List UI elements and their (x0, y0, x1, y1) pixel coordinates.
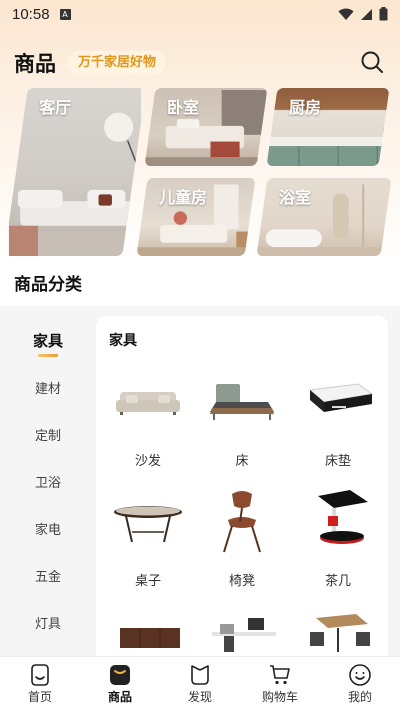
product-chair[interactable]: 椅凳 (196, 486, 288, 596)
product-panel: 家具 沙发 床 床垫 桌子 椅凳 茶几 (96, 316, 388, 661)
bed-image (210, 384, 274, 420)
tab-goods[interactable]: 商品 (80, 657, 160, 710)
room-card-bathroom[interactable]: 浴室 (256, 178, 392, 256)
side-item-hardware[interactable]: 五金 (0, 566, 96, 585)
product-mattress[interactable]: 床垫 (292, 366, 384, 476)
tab-label: 首页 (27, 690, 52, 704)
side-table-image (318, 490, 368, 544)
wifi-icon (338, 8, 354, 20)
side-item-building[interactable]: 建材 (0, 378, 96, 397)
bedroom-illustration (144, 90, 268, 166)
room-label-bathroom: 浴室 (278, 188, 311, 207)
tab-label: 商品 (107, 690, 132, 704)
status-icons (338, 7, 388, 21)
signal-icon (361, 8, 372, 20)
status-bar: 10:58 A (0, 0, 400, 28)
sofa-image (116, 392, 180, 415)
goods-icon (110, 665, 130, 685)
discover-icon (191, 665, 209, 685)
room-label-kids: 儿童房 (158, 188, 207, 207)
product-dining-set[interactable] (292, 606, 384, 661)
tab-home[interactable]: 首页 (0, 657, 80, 710)
tab-cart[interactable]: 购物车 (240, 657, 320, 710)
side-item-lighting[interactable]: 灯具 (0, 613, 96, 632)
product-sideboard[interactable] (102, 606, 194, 661)
product-table[interactable]: 桌子 (102, 486, 194, 596)
tab-label: 购物车 (261, 690, 298, 704)
sim-icon: A (59, 8, 71, 20)
dining-set-image (310, 614, 370, 652)
kitchen-photo (266, 88, 390, 166)
living-room-photo (8, 88, 146, 256)
room-grid: 客厅 卧室 厨房 儿童房 浴室 (0, 86, 400, 258)
product-bed[interactable]: 床 (196, 366, 288, 476)
bathroom-illustration (256, 184, 392, 256)
side-item-custom[interactable]: 定制 (0, 425, 96, 444)
tab-label: 我的 (347, 690, 372, 704)
room-card-kids[interactable]: 儿童房 (136, 178, 256, 256)
active-indicator (38, 354, 58, 357)
desk-image (212, 618, 276, 652)
product-name: 桌子 (134, 574, 161, 589)
tab-discover[interactable]: 发现 (160, 657, 240, 710)
product-name: 床垫 (324, 454, 351, 469)
category-section-header: 商品分类 (0, 258, 400, 306)
tab-label: 发现 (187, 690, 212, 704)
side-item-appliance[interactable]: 家电 (0, 519, 96, 538)
product-desk[interactable] (196, 606, 288, 661)
product-side-table[interactable]: 茶几 (292, 486, 384, 596)
sideboard-image (120, 628, 180, 648)
cart-icon (270, 665, 290, 685)
bedroom-photo (144, 88, 268, 166)
chair-image (223, 491, 261, 553)
product-name: 沙发 (134, 454, 161, 469)
bottom-tab-bar: 首页 商品 发现 购物车 我的 (0, 656, 400, 710)
section-title: 商品分类 (14, 275, 82, 295)
status-time: 10:58 (12, 5, 50, 23)
side-item-bath[interactable]: 卫浴 (0, 472, 96, 491)
category-side-nav: 家具 建材 定制 卫浴 家电 五金 灯具 (0, 306, 96, 656)
product-name: 椅凳 (228, 574, 255, 589)
room-label-bedroom: 卧室 (166, 98, 199, 117)
room-label-kitchen: 厨房 (288, 98, 321, 117)
slogan-badge: 万千家居好物 (68, 51, 167, 75)
room-label-living: 客厅 (39, 98, 72, 117)
battery-icon (379, 7, 388, 21)
product-name: 床 (235, 454, 249, 469)
search-icon[interactable] (360, 50, 384, 74)
living-room-illustration (8, 112, 146, 256)
profile-icon (349, 664, 371, 686)
bathroom-photo (256, 178, 392, 256)
page-title: 商品 (14, 52, 56, 76)
product-sofa[interactable]: 沙发 (102, 366, 194, 476)
room-card-bedroom[interactable]: 卧室 (144, 88, 268, 166)
product-name: 茶几 (324, 574, 351, 589)
room-card-living[interactable]: 客厅 (4, 88, 146, 256)
side-item-furniture[interactable]: 家具 (0, 330, 96, 351)
kitchen-illustration (266, 124, 390, 166)
table-image (114, 506, 182, 543)
page-header: 商品 万千家居好物 (0, 44, 400, 80)
tab-profile[interactable]: 我的 (320, 657, 400, 710)
home-face-icon (31, 664, 49, 686)
room-card-kitchen[interactable]: 厨房 (266, 88, 390, 166)
mattress-image (308, 383, 374, 412)
panel-title: 家具 (109, 333, 137, 349)
